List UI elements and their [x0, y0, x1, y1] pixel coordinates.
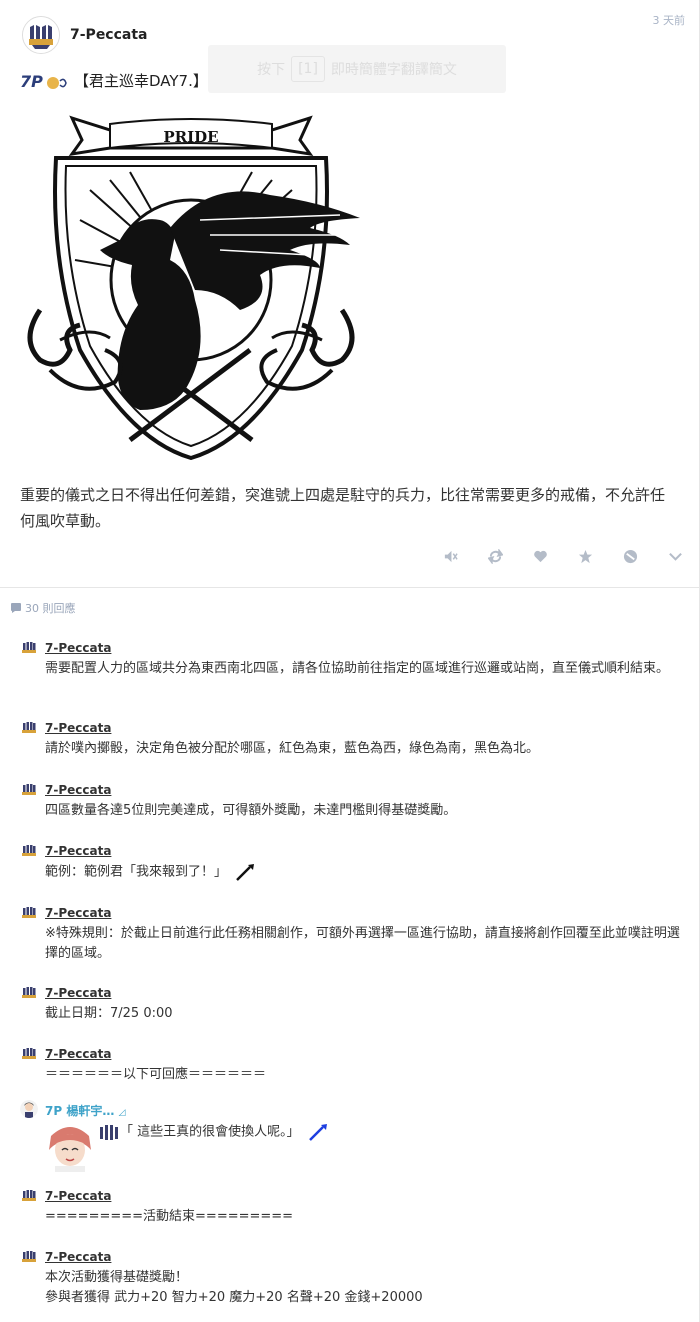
comment-text: =========活動結束========= [45, 1209, 294, 1224]
pride-crest-image[interactable]: PRIDE [20, 110, 362, 460]
commenter-avatar[interactable] [20, 904, 38, 922]
translate-toast: 按下 [1] 即時簡體字翻譯簡文 [208, 45, 506, 93]
svg-text:7P: 7P [20, 72, 43, 91]
reply-count-label: 30 則回應 [25, 602, 76, 615]
commenter-avatar[interactable] [20, 1045, 38, 1063]
comment-text: 截止日期：7/25 0:00 [45, 1006, 173, 1021]
commenter-avatar[interactable] [20, 639, 38, 657]
7p-emoticon-icon: 7P [20, 72, 67, 91]
commenter-avatar[interactable] [20, 842, 38, 860]
comment-text-row: 範例：範例君「我來報到了！」 [45, 862, 685, 883]
chevron-down-icon[interactable] [653, 546, 698, 566]
commenter-avatar[interactable] [20, 781, 38, 799]
comment-text: 本次活動獲得基礎獎勵！ [45, 1270, 189, 1285]
crest-banner-text: PRIDE [163, 128, 218, 146]
block-icon[interactable] [608, 546, 653, 566]
commenter-name[interactable]: 7-Peccata [45, 783, 111, 797]
post-actions [428, 546, 698, 566]
comment-text: ※特殊規則：於截止日前進行此任務相關創作，可額外再選擇一區進行協助，請直接將創作… [45, 926, 680, 961]
comment-text-line2: 參與者獲得 武力+20 智力+20 魔力+20 名聲+20 金錢+20000 [45, 1290, 423, 1305]
comment-text-block: 本次活動獲得基礎獎勵！ 參與者獲得 武力+20 智力+20 魔力+20 名聲+2… [45, 1268, 685, 1308]
comment-text: 需要配置人力的區域共分為東西南北四區，請各位協助前往指定的區域進行巡邏或站崗，直… [45, 661, 670, 676]
commenter-name[interactable]: 7-Peccata [45, 906, 111, 920]
small-crest-emoticon-icon [100, 1125, 118, 1140]
commenter-name[interactable]: 7-Peccata [45, 986, 111, 1000]
repost-icon[interactable] [473, 546, 518, 566]
reply-count[interactable]: 30 則回應 [10, 600, 76, 616]
commenter-avatar[interactable] [20, 984, 38, 1002]
post-time: 3 天前 [652, 14, 686, 27]
comment-text: 「 這些王真的很會使換人呢。」 [120, 1124, 300, 1140]
comment-text: ＝＝＝＝＝＝以下可回應＝＝＝＝＝＝ [45, 1067, 267, 1082]
speech-bubble-icon [11, 603, 21, 613]
author-avatar[interactable] [22, 16, 60, 54]
toast-key: [1] [291, 56, 325, 82]
commenter-avatar[interactable] [20, 1187, 38, 1205]
comment-text: 範例：範例君「我來報到了！」 [45, 864, 228, 880]
comment-text-row: 「 這些王真的很會使換人呢。」 [120, 1122, 680, 1143]
commenter-name[interactable]: 7-Peccata [45, 641, 111, 655]
commenter-name[interactable]: 7-Peccata [45, 721, 111, 735]
comments-section: 30 則回應 7-Peccata 需要配置人力的區域共分為東西南北四區，請各位協… [0, 588, 700, 1322]
toast-post: 即時簡體字翻譯簡文 [330, 62, 457, 78]
mute-icon[interactable] [428, 546, 473, 566]
commenter-avatar[interactable] [20, 1100, 38, 1118]
comment-text-row: 請於噗內擲骰，決定角色被分配於哪區，紅色為東，藍色為西，綠色為南，黑色為北。 [45, 739, 685, 759]
commenter-name[interactable]: 7P 楊軒宇… ◿ [45, 1102, 125, 1119]
comment-item: 7P 楊軒宇… ◿ 「 這些王真的很會使換人呢。」 [20, 1100, 680, 1172]
plurk-tag-icon: ◿ [118, 1108, 126, 1118]
commenter-name[interactable]: 7-Peccata [45, 1189, 111, 1203]
comment-text: 請於噗內擲骰，決定角色被分配於哪區，紅色為東，藍色為西，綠色為南，黑色為北。 [45, 741, 540, 756]
plurk-post: 7-Peccata 3 天前 按下 [1] 即時簡體字翻譯簡文 7P 【君主巡幸… [0, 0, 700, 587]
author-name[interactable]: 7-Peccata [70, 27, 148, 43]
star-icon[interactable] [563, 546, 608, 566]
blue-pin-dice-icon [308, 1124, 327, 1141]
commenter-name[interactable]: 7-Peccata [45, 844, 111, 858]
commenter-avatar[interactable] [20, 719, 38, 737]
comment-text: 四區數量各達5位則完美達成，可得額外獎勵，未達門檻則得基礎獎勵。 [45, 803, 457, 818]
toast-pre: 按下 [257, 62, 286, 78]
character-sticker-image [45, 1122, 95, 1172]
post-title: 【君主巡幸DAY7.】 [74, 72, 208, 90]
post-body: 重要的儀式之日不得出任何差錯，突進號上四處是駐守的兵力，比往常需要更多的戒備，不… [20, 486, 666, 530]
heart-icon[interactable] [518, 546, 563, 566]
commenter-name[interactable]: 7-Peccata [45, 1250, 111, 1264]
black-pin-dice-icon [236, 864, 255, 881]
commenter-name[interactable]: 7-Peccata [45, 1047, 111, 1061]
commenter-avatar[interactable] [20, 1248, 38, 1266]
post-title-row: 7P 【君主巡幸DAY7.】 [20, 70, 208, 91]
